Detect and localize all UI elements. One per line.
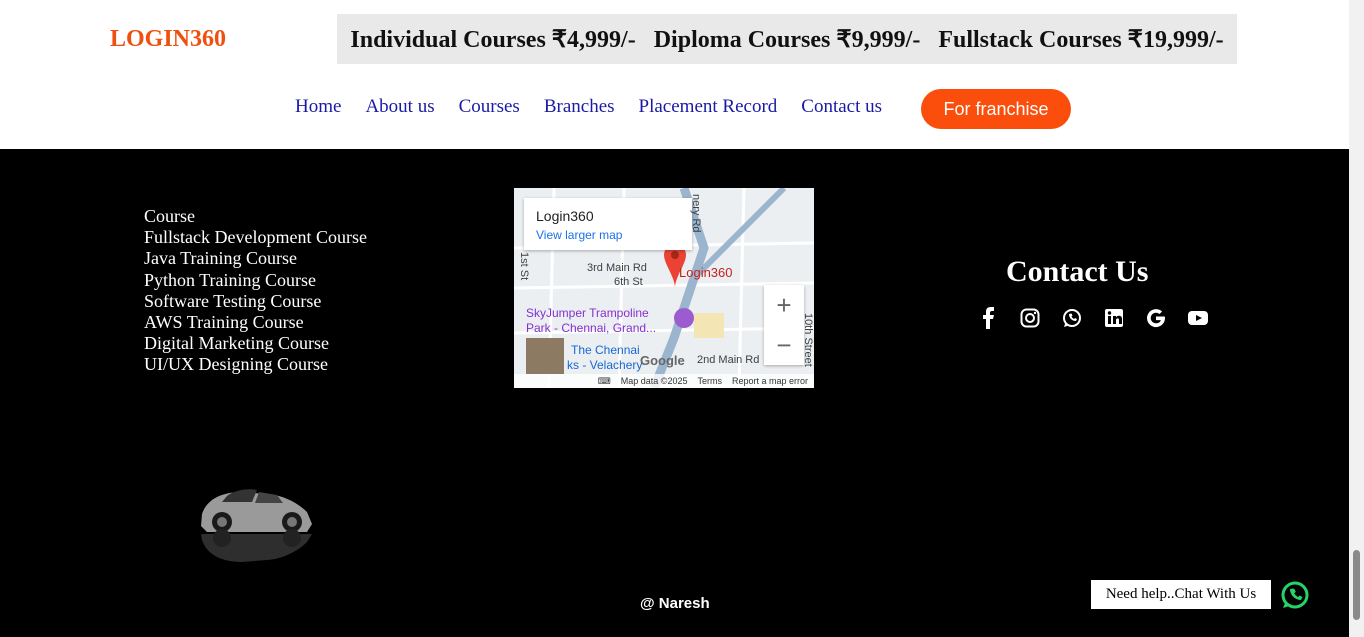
- keyboard-icon[interactable]: ⌨: [598, 376, 611, 387]
- map-label: ks - Velachery: [567, 358, 643, 372]
- nav-placement[interactable]: Placement Record: [639, 96, 778, 118]
- course-link[interactable]: Software Testing Course: [144, 291, 367, 312]
- course-link[interactable]: Fullstack Development Course: [144, 227, 367, 248]
- social-links: [976, 306, 1210, 330]
- map-terms-link[interactable]: Terms: [697, 376, 722, 386]
- google-icon[interactable]: [1144, 306, 1168, 330]
- course-link[interactable]: Python Training Course: [144, 270, 367, 291]
- scrollbar-thumb[interactable]: [1353, 550, 1360, 620]
- map-report-link[interactable]: Report a map error: [732, 376, 808, 386]
- map-label: 2nd Main Rd: [697, 354, 760, 366]
- map-zoom-controls: + −: [764, 285, 804, 365]
- franchise-button[interactable]: For franchise: [921, 89, 1071, 129]
- course-link[interactable]: AWS Training Course: [144, 312, 367, 333]
- nav-home[interactable]: Home: [295, 96, 341, 118]
- view-larger-map-link[interactable]: View larger map: [536, 228, 622, 242]
- facebook-icon[interactable]: [976, 306, 1000, 330]
- youtube-icon[interactable]: [1186, 306, 1210, 330]
- map-place-name: Login360: [536, 208, 594, 224]
- site-logo[interactable]: LOGIN360: [110, 26, 226, 53]
- price-diploma: Diploma Courses ₹9,999/-: [653, 26, 921, 53]
- whatsapp-chat-icon[interactable]: [1280, 580, 1310, 610]
- copyright-text: @ Naresh: [640, 595, 710, 612]
- course-list: Course Fullstack Development Course Java…: [144, 206, 367, 376]
- embedded-map[interactable]: Login360 View larger map Login360 3rd Ma…: [514, 188, 814, 388]
- course-link[interactable]: Java Training Course: [144, 248, 367, 269]
- nav-contact[interactable]: Contact us: [801, 96, 882, 118]
- course-link[interactable]: UI/UX Designing Course: [144, 354, 367, 375]
- map-data-text: Map data ©2025: [620, 376, 688, 386]
- car-image: [201, 489, 312, 562]
- map-label: SkyJumper Trampoline: [526, 306, 649, 320]
- map-footer: ⌨ Map data ©2025 Terms Report a map erro…: [514, 374, 814, 388]
- map-label: 6th St: [614, 276, 643, 288]
- map-label: 1st St: [518, 252, 530, 281]
- map-label: Park - Chennai, Grand...: [526, 321, 657, 335]
- price-individual: Individual Courses ₹4,999/-: [350, 26, 636, 53]
- instagram-icon[interactable]: [1018, 306, 1042, 330]
- map-label: The Chennai: [571, 343, 640, 357]
- whatsapp-icon[interactable]: [1060, 306, 1084, 330]
- zoom-in-button[interactable]: +: [764, 285, 804, 325]
- price-fullstack: Fullstack Courses ₹19,999/-: [938, 26, 1224, 53]
- course-heading: Course: [144, 206, 195, 226]
- map-label: nery Rd: [690, 194, 702, 233]
- page-scrollbar[interactable]: [1349, 0, 1364, 637]
- map-info-card: Login360 View larger map: [524, 198, 692, 250]
- pricing-banner: Individual Courses ₹4,999/- Diploma Cour…: [337, 14, 1237, 64]
- site-header: LOGIN360 Individual Courses ₹4,999/- Dip…: [0, 0, 1349, 149]
- nav-about[interactable]: About us: [365, 96, 434, 118]
- map-pin-label: Login360: [679, 265, 733, 280]
- chat-help-box[interactable]: Need help..Chat With Us: [1091, 580, 1271, 609]
- linkedin-icon[interactable]: [1102, 306, 1126, 330]
- contact-title: Contact Us: [1006, 255, 1149, 288]
- main-nav: Home About us Courses Branches Placement…: [295, 96, 882, 118]
- map-label: 3rd Main Rd: [587, 262, 647, 274]
- course-link[interactable]: Digital Marketing Course: [144, 333, 367, 354]
- nav-courses[interactable]: Courses: [459, 96, 520, 118]
- nav-branches[interactable]: Branches: [544, 96, 615, 118]
- google-watermark: Google: [640, 353, 685, 368]
- zoom-out-button[interactable]: −: [764, 325, 804, 365]
